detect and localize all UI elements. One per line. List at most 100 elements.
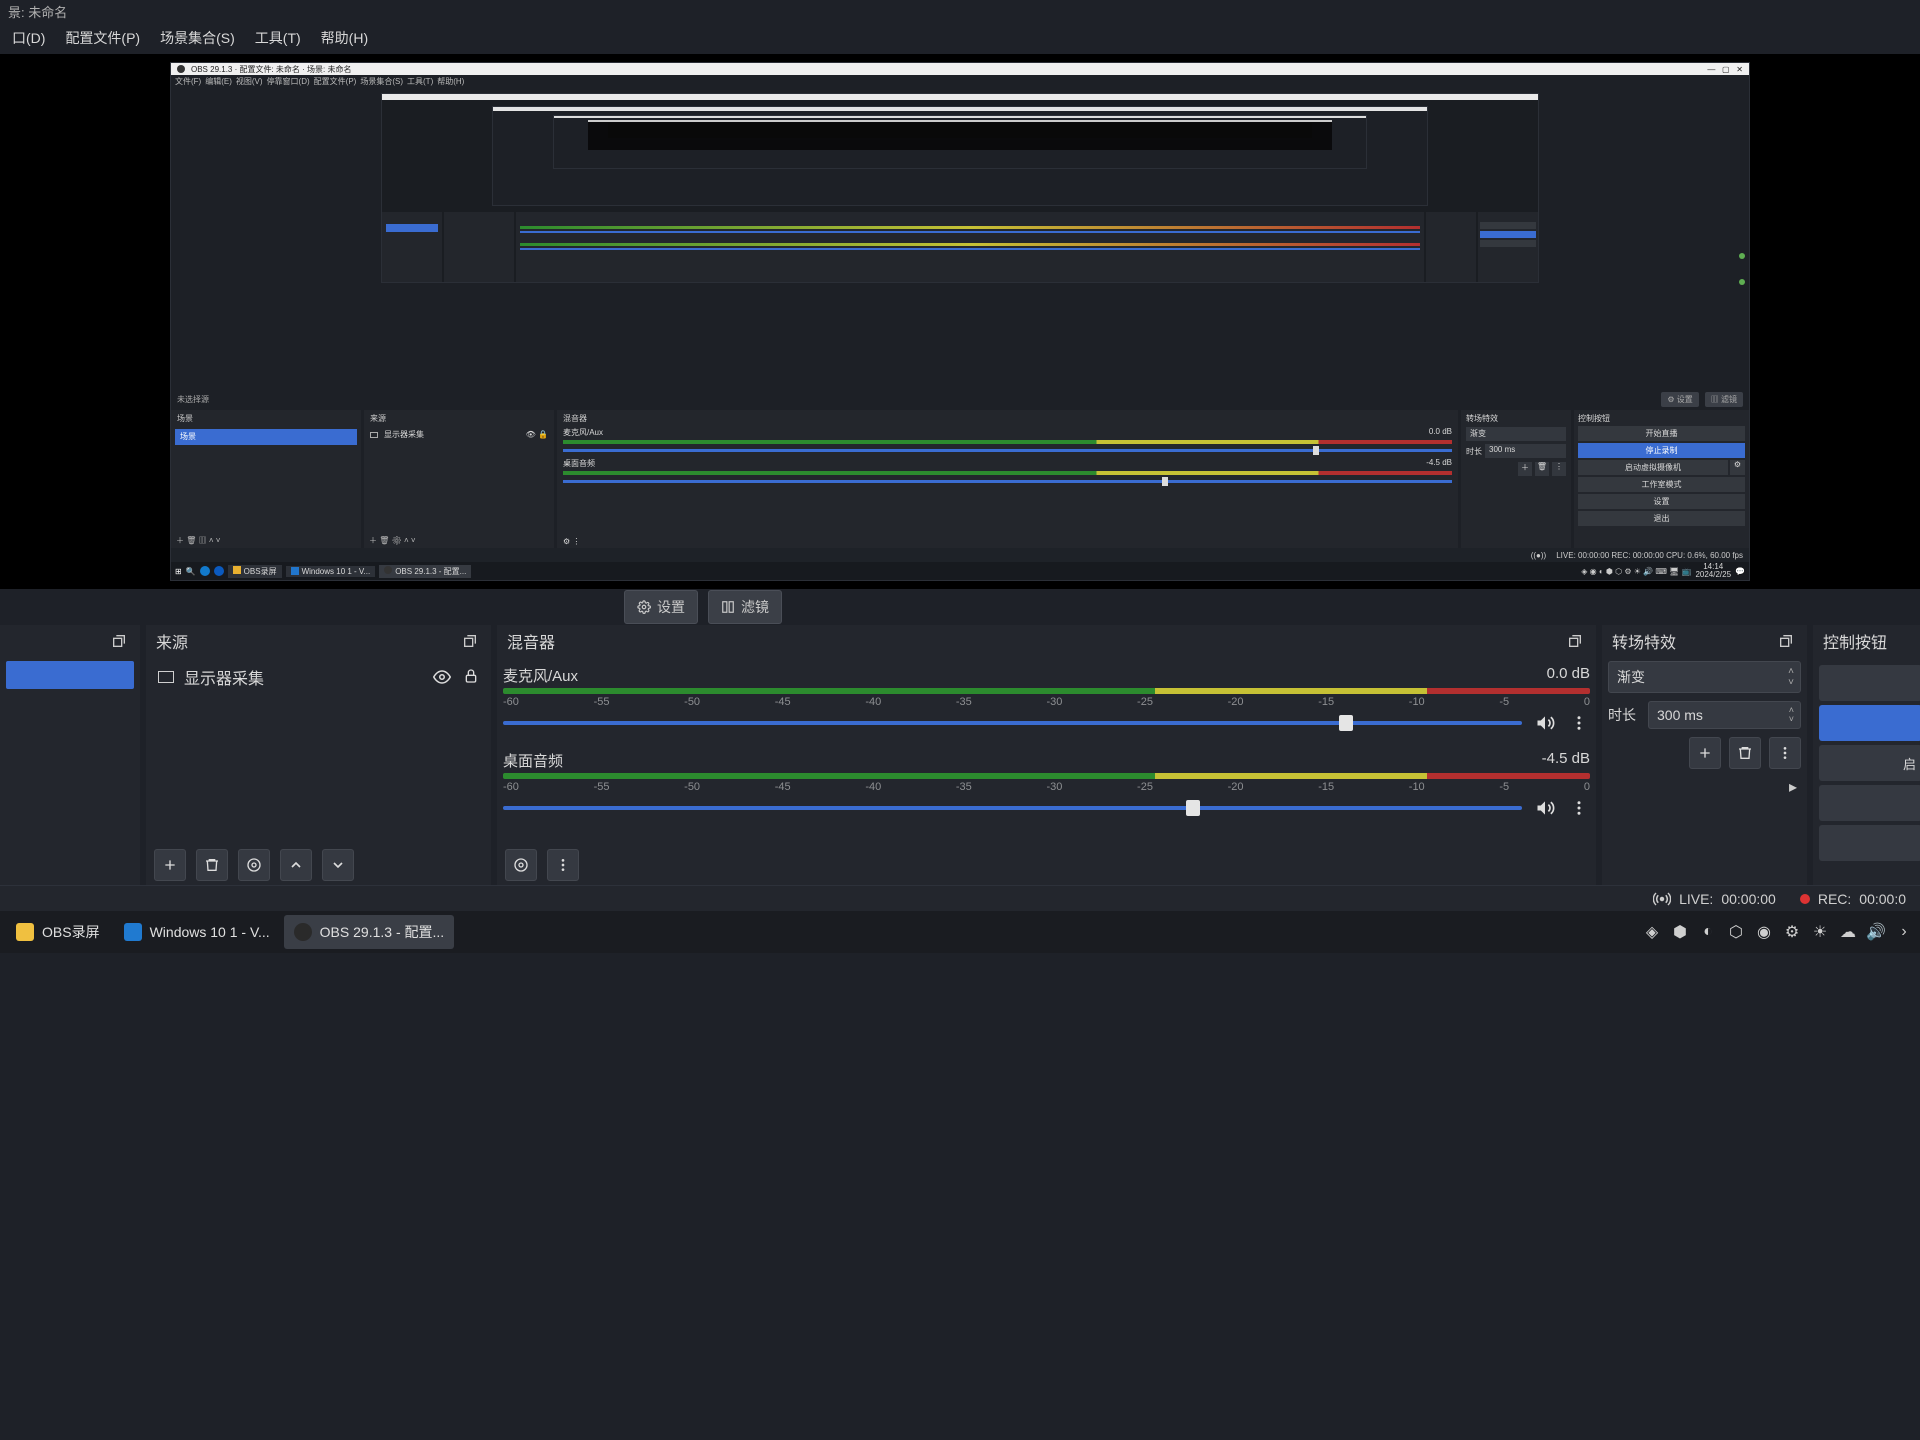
control-button-5[interactable] bbox=[1819, 825, 1920, 861]
source-settings-button[interactable]: 设置 bbox=[624, 590, 698, 624]
taskbar-item-obs[interactable]: OBS 29.1.3 - 配置... bbox=[284, 915, 455, 949]
sources-dock: 来源 显示器采集 bbox=[146, 625, 491, 885]
eye-icon[interactable] bbox=[433, 668, 451, 686]
system-tray: ◈ ⬢ ◐ ⬡ ◉ ⚙ ☀ ☁ 🔊 › bbox=[1642, 922, 1914, 942]
tray-chevron-icon[interactable]: › bbox=[1894, 922, 1914, 942]
kebab-icon[interactable] bbox=[1568, 712, 1590, 734]
duration-label: 时长 bbox=[1608, 705, 1636, 725]
scenes-dock bbox=[0, 625, 140, 885]
window-title: 景: 未命名 bbox=[0, 0, 1920, 22]
taskbar-label: OBS 29.1.3 - 配置... bbox=[320, 922, 445, 942]
tray-sound-icon[interactable]: 🔊 bbox=[1866, 922, 1886, 942]
remove-transition-button[interactable] bbox=[1729, 737, 1761, 769]
settings-label: 设置 bbox=[657, 597, 685, 617]
popout-icon[interactable] bbox=[1564, 630, 1586, 652]
channel-name: 桌面音频 bbox=[503, 750, 563, 771]
source-filters-button[interactable]: 滤镜 bbox=[708, 590, 782, 624]
tick-labels: -60-55-50-45-40-35-30-25-20-15-10-50 bbox=[503, 694, 1590, 712]
move-down-button[interactable] bbox=[322, 849, 354, 881]
transition-type: 渐变 bbox=[1617, 667, 1645, 687]
preview-area[interactable]: OBS 29.1.3 · 配置文件: 未命名 · 场景: 未命名 — ▢ ✕ 文… bbox=[0, 54, 1920, 589]
popout-icon[interactable] bbox=[459, 630, 481, 652]
status-live: LIVE:00:00:00 bbox=[1653, 890, 1776, 908]
slider-knob[interactable] bbox=[1186, 800, 1200, 816]
tray-icon[interactable]: ◐ bbox=[1698, 922, 1718, 942]
tray-gear-icon[interactable]: ⚙ bbox=[1782, 922, 1802, 942]
taskbar-label: Windows 10 1 - V... bbox=[150, 924, 270, 940]
kebab-icon[interactable] bbox=[1568, 797, 1590, 819]
controls-title: 控制按钮 bbox=[1823, 629, 1887, 653]
status-rec: REC:00:00:0 bbox=[1800, 891, 1906, 907]
filters-icon bbox=[721, 600, 735, 614]
menu-item-profile[interactable]: 配置文件(P) bbox=[57, 24, 148, 52]
source-label: 显示器采集 bbox=[184, 665, 264, 689]
add-transition-button[interactable] bbox=[1689, 737, 1721, 769]
tray-icon[interactable]: ⬢ bbox=[1670, 922, 1690, 942]
taskbar-item-vm[interactable]: Windows 10 1 - V... bbox=[114, 915, 280, 949]
play-icon[interactable]: ▸ bbox=[1789, 777, 1797, 797]
control-button-record[interactable] bbox=[1819, 705, 1920, 741]
preview-toolbar: 设置 滤镜 bbox=[0, 589, 1920, 625]
duration-spinbox[interactable]: 300 ms ˄˅ bbox=[1648, 701, 1801, 729]
mixer-menu-button[interactable] bbox=[547, 849, 579, 881]
transitions-dock: 转场特效 渐变 ˄˅ 时长 300 ms ˄˅ bbox=[1602, 625, 1807, 885]
taskbar: OBS录屏 Windows 10 1 - V... OBS 29.1.3 - 配… bbox=[0, 911, 1920, 953]
vm-icon bbox=[124, 923, 142, 941]
inner-window-title: OBS 29.1.3 · 配置文件: 未命名 · 场景: 未命名 bbox=[191, 64, 351, 75]
menu-item-window[interactable]: 口(D) bbox=[4, 24, 53, 52]
transition-select[interactable]: 渐变 ˄˅ bbox=[1608, 661, 1801, 693]
mixer-title: 混音器 bbox=[507, 629, 555, 653]
tray-icon[interactable]: ⬡ bbox=[1726, 922, 1746, 942]
menu-item-scenes[interactable]: 场景集合(S) bbox=[152, 24, 243, 52]
source-properties-button[interactable] bbox=[238, 849, 270, 881]
db-value: 0.0 dB bbox=[1547, 665, 1590, 686]
speaker-icon[interactable] bbox=[1534, 712, 1556, 734]
remove-source-button[interactable] bbox=[196, 849, 228, 881]
spin-arrows-icon[interactable]: ˄˅ bbox=[1789, 706, 1794, 724]
advanced-audio-button[interactable] bbox=[505, 849, 537, 881]
control-button-4[interactable] bbox=[1819, 785, 1920, 821]
record-dot-icon bbox=[1800, 894, 1810, 904]
source-item[interactable]: 显示器采集 bbox=[152, 661, 485, 693]
tray-cloud-icon[interactable]: ☁ bbox=[1838, 922, 1858, 942]
volume-slider[interactable] bbox=[503, 806, 1522, 810]
speaker-icon[interactable] bbox=[1534, 797, 1556, 819]
folder-icon bbox=[16, 923, 34, 941]
transition-menu-button[interactable] bbox=[1769, 737, 1801, 769]
slider-knob[interactable] bbox=[1339, 715, 1353, 731]
tray-icon[interactable]: ◉ bbox=[1754, 922, 1774, 942]
add-source-button[interactable] bbox=[154, 849, 186, 881]
status-bar: LIVE:00:00:00 REC:00:00:0 bbox=[0, 885, 1920, 911]
popout-icon[interactable] bbox=[1775, 630, 1797, 652]
mixer-channel-desktop: 桌面音频 -4.5 dB -60-55-50-45-40-35-30-25-20-… bbox=[503, 746, 1590, 819]
menu-item-tools[interactable]: 工具(T) bbox=[247, 24, 309, 52]
db-value: -4.5 dB bbox=[1542, 750, 1590, 771]
popout-icon[interactable] bbox=[108, 630, 130, 652]
broadcast-icon bbox=[1653, 890, 1671, 908]
sources-title: 来源 bbox=[156, 629, 188, 653]
chevrons-icon: ˄˅ bbox=[1788, 666, 1794, 688]
lock-icon[interactable] bbox=[463, 668, 479, 686]
gear-icon bbox=[637, 600, 651, 614]
controls-dock: 控制按钮 启 bbox=[1813, 625, 1920, 885]
display-capture-icon bbox=[158, 671, 174, 683]
tray-sun-icon[interactable]: ☀ bbox=[1810, 922, 1830, 942]
menu-bar: 口(D) 配置文件(P) 场景集合(S) 工具(T) 帮助(H) bbox=[0, 22, 1920, 54]
transitions-title: 转场特效 bbox=[1612, 629, 1676, 653]
control-button-1[interactable] bbox=[1819, 665, 1920, 701]
mixer-dock: 混音器 麦克风/Aux 0.0 dB -60-55-50-45-40-35-30-… bbox=[497, 625, 1596, 885]
taskbar-item-folder[interactable]: OBS录屏 bbox=[6, 915, 110, 949]
filters-label: 滤镜 bbox=[741, 597, 769, 617]
preview-canvas: OBS 29.1.3 · 配置文件: 未命名 · 场景: 未命名 — ▢ ✕ 文… bbox=[170, 62, 1750, 581]
duration-value: 300 ms bbox=[1657, 707, 1703, 723]
menu-item-help[interactable]: 帮助(H) bbox=[313, 24, 376, 52]
move-up-button[interactable] bbox=[280, 849, 312, 881]
control-button-3[interactable]: 启 bbox=[1819, 745, 1920, 781]
scene-item-selected[interactable] bbox=[6, 661, 134, 689]
channel-name: 麦克风/Aux bbox=[503, 665, 578, 686]
volume-slider[interactable] bbox=[503, 721, 1522, 725]
taskbar-label: OBS录屏 bbox=[42, 922, 100, 942]
mixer-channel-mic: 麦克风/Aux 0.0 dB -60-55-50-45-40-35-30-25-2… bbox=[503, 661, 1590, 734]
tray-icon[interactable]: ◈ bbox=[1642, 922, 1662, 942]
tick-labels: -60-55-50-45-40-35-30-25-20-15-10-50 bbox=[503, 779, 1590, 797]
